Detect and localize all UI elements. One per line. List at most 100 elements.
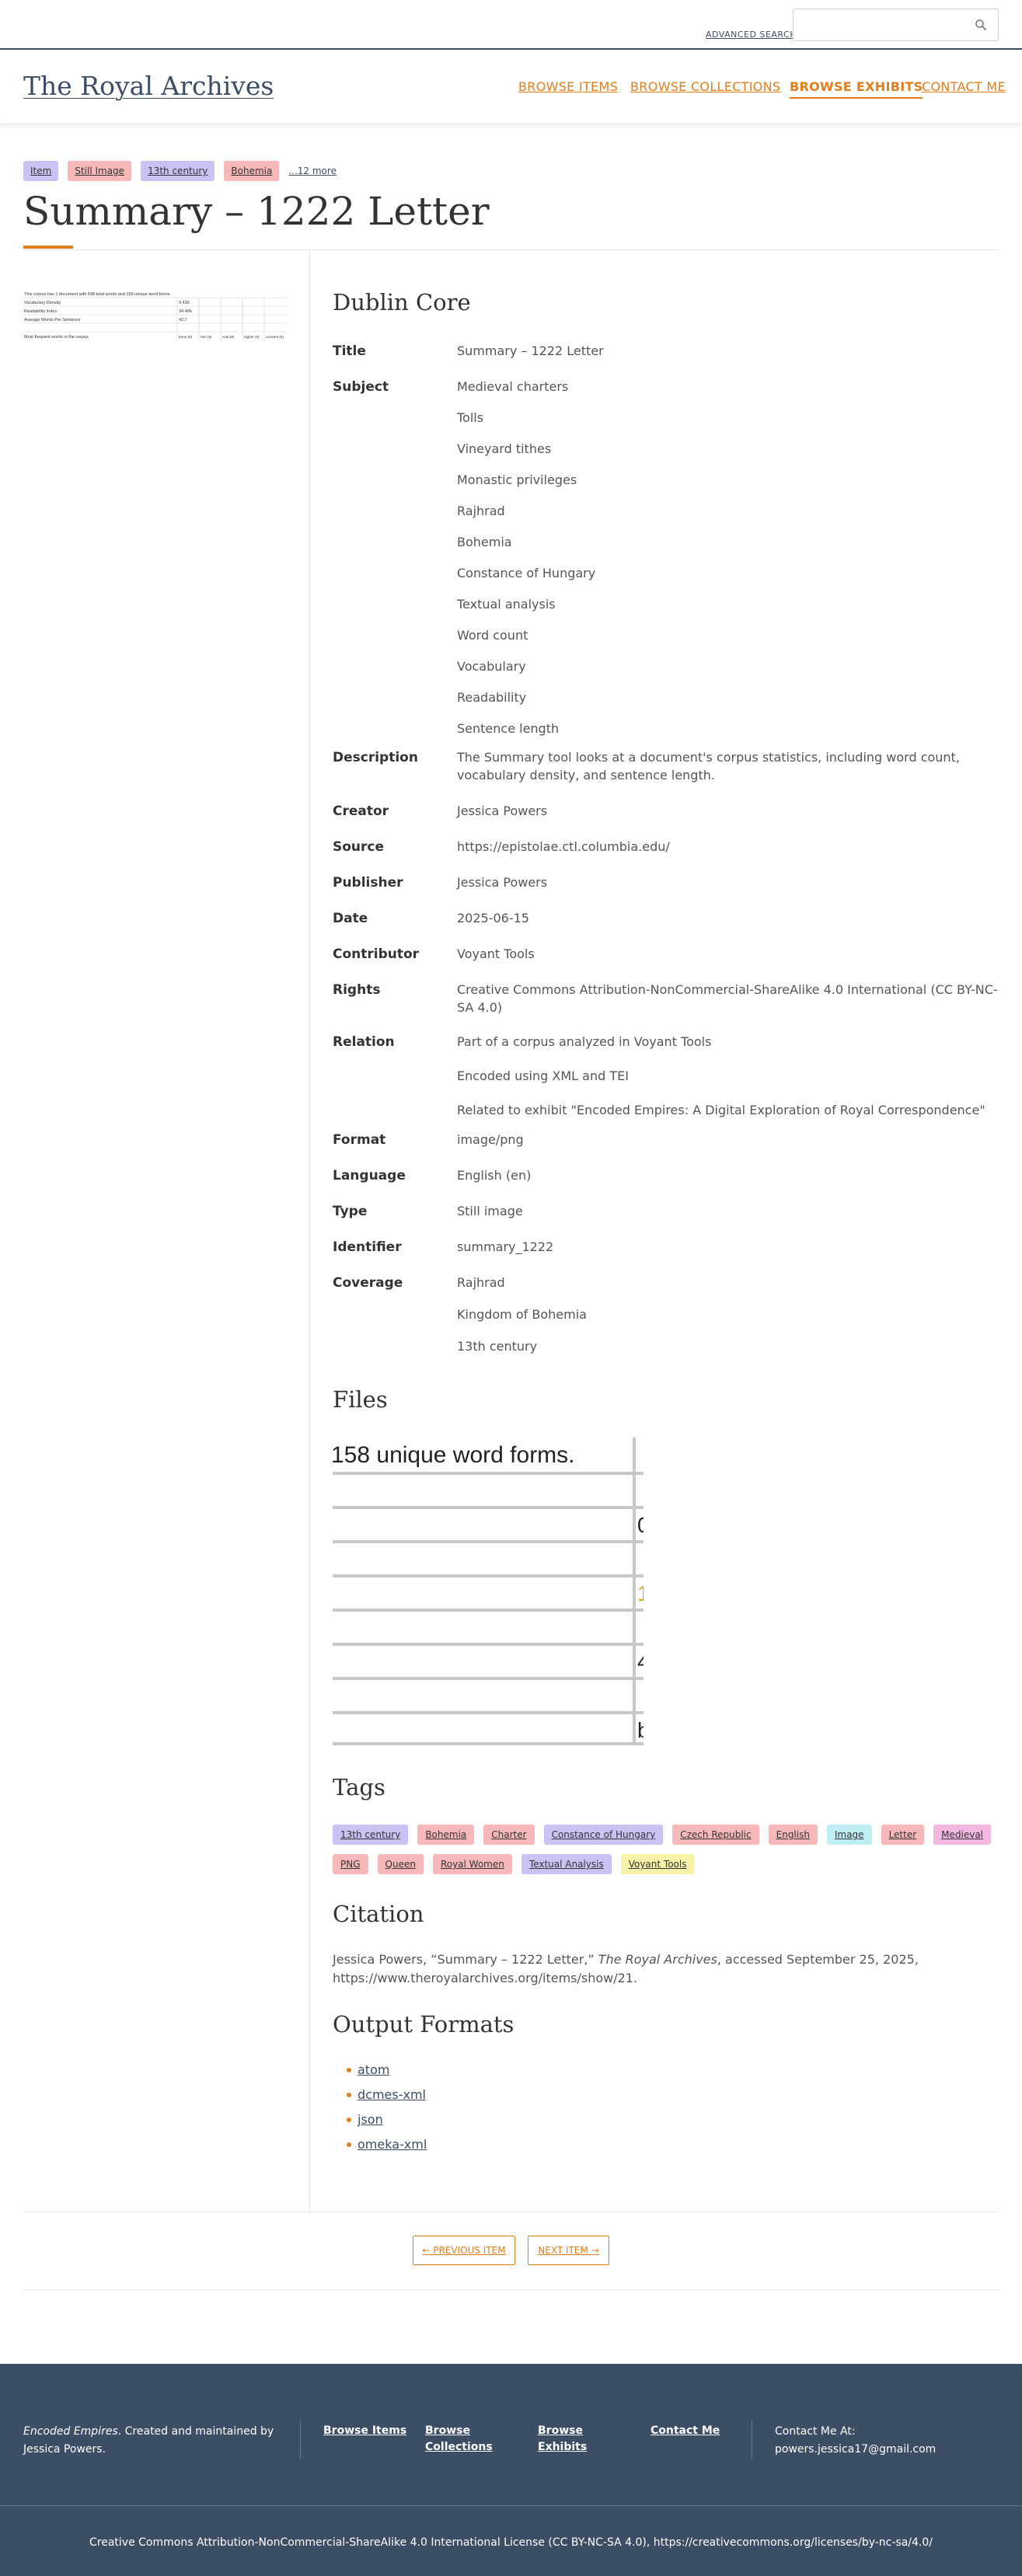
tag-chip[interactable]: Bohemia <box>417 1825 475 1845</box>
footer-contact: Contact Me At: powers.jessica17@gmail.co… <box>775 2423 936 2459</box>
footer-link-browse-exhibits[interactable]: Browse Exhibits <box>538 2423 592 2456</box>
citation-site: The Royal Archives <box>598 1952 717 1967</box>
dc-label: Type <box>333 1204 368 1219</box>
thumb-row: Most frequent words in the corpus <box>24 335 89 340</box>
nav-browse-items[interactable]: BROWSE ITEMS <box>518 79 618 94</box>
next-item-button[interactable]: NEXT ITEM → <box>528 2236 609 2265</box>
thumb-row: Readability Index <box>24 309 57 314</box>
item-tag[interactable]: Still Image <box>68 161 132 181</box>
dc-value: 2025-06-15 <box>457 911 529 925</box>
site-header: The Royal Archives BROWSE ITEMS BROWSE C… <box>0 50 1022 123</box>
thumb-freq: higher (6) <box>244 335 260 339</box>
nav-browse-exhibits[interactable]: BROWSE EXHIBITS <box>790 79 923 99</box>
tag-chip[interactable]: Textual Analysis <box>521 1854 612 1874</box>
output-formats-list: atom dcmes-xml json omeka-xml <box>347 2062 427 2162</box>
dc-label: Relation <box>333 1034 395 1050</box>
dc-value: Voyant Tools <box>457 946 535 961</box>
output-format-item: json <box>347 2112 427 2137</box>
dc-value: Medieval charters <box>457 379 569 394</box>
dc-value: Monastic privileges <box>457 472 577 487</box>
tag-chip[interactable]: Queen <box>377 1854 424 1874</box>
item-type-tag[interactable]: Item <box>23 161 59 181</box>
tag-chip[interactable]: Czech Republic <box>672 1825 759 1845</box>
tag-chip[interactable]: 13th century <box>333 1825 409 1845</box>
tag-chip[interactable]: PNG <box>333 1854 368 1874</box>
item-thumbnail[interactable]: This corpus has 1 document with 598 tota… <box>23 289 288 340</box>
dc-value: Creative Commons Attribution-NonCommerci… <box>457 982 998 1015</box>
utility-bar: ADVANCED SEARCH <box>0 0 1022 50</box>
output-format-link-dcmes-xml[interactable]: dcmes-xml <box>358 2087 426 2102</box>
dc-value: Jessica Powers <box>457 875 548 890</box>
tag-chip[interactable]: English <box>768 1825 818 1845</box>
tag-chip[interactable]: Royal Women <box>432 1854 512 1874</box>
dc-value: Rajhrad <box>457 504 505 518</box>
dc-value: https://epistolae.ctl.columbia.edu/ <box>457 839 670 854</box>
page-title: Summary – 1222 Letter <box>23 189 490 234</box>
advanced-search-link[interactable]: ADVANCED SEARCH <box>706 30 797 40</box>
dc-value: English (en) <box>457 1168 532 1183</box>
search-input[interactable] <box>793 9 999 41</box>
site-title-link[interactable]: The Royal Archives <box>23 71 274 101</box>
thumb-freq: vast (6) <box>222 335 235 339</box>
tag-chip[interactable]: Letter <box>881 1825 925 1845</box>
dc-value: Encoded using XML and TEI <box>457 1068 629 1083</box>
dc-value: Still image <box>457 1204 523 1218</box>
nav-contact-me[interactable]: CONTACT ME <box>922 79 1006 94</box>
site-footer: Encoded Empires. Created and maintained … <box>0 2364 1022 2576</box>
thumb-freq: bone (8) <box>179 335 193 339</box>
output-formats-heading: Output Formats <box>333 2011 514 2037</box>
dc-label: Subject <box>333 379 389 395</box>
footer-contact-email[interactable]: powers.jessica17@gmail.com <box>775 2441 936 2459</box>
item-tag[interactable]: 13th century <box>141 161 215 181</box>
thumb-value: 34.486 <box>179 309 192 314</box>
file-preview-glyph: b <box>637 1718 644 1742</box>
previous-item-button[interactable]: ← PREVIOUS ITEM <box>413 2236 515 2265</box>
footer-link-contact-me[interactable]: Contact Me <box>651 2423 728 2439</box>
dc-value: Word count <box>457 628 528 643</box>
output-format-link-json[interactable]: json <box>358 2112 383 2127</box>
search-icon[interactable] <box>975 19 987 31</box>
files-heading: Files <box>333 1386 388 1413</box>
more-tags-link[interactable]: ...12 more <box>288 166 337 176</box>
citation-heading: Citation <box>333 1901 424 1927</box>
dublin-core-section: Dublin Core Title Summary – 1222 Letter Su… <box>333 289 999 1354</box>
thumb-row: Vocabulary Density <box>24 301 61 305</box>
dc-value: Sentence length <box>457 721 560 736</box>
dc-value: Bohemia <box>457 535 512 549</box>
dc-value: Related to exhibit "Encoded Empires: A D… <box>457 1103 985 1117</box>
footer-link-browse-items[interactable]: Browse Items <box>323 2423 409 2439</box>
dc-value: Summary – 1222 Letter <box>457 343 604 358</box>
tag-chip[interactable]: Image <box>826 1825 872 1845</box>
footer-divider <box>300 2420 301 2459</box>
file-preview-text: 158 unique word forms. <box>333 1442 575 1468</box>
dc-value: Readability <box>457 690 527 705</box>
file-preview-glyph: 1 <box>637 1581 644 1605</box>
tag-chip[interactable]: Voyant Tools <box>620 1854 695 1874</box>
dc-label: Identifier <box>333 1239 402 1255</box>
title-accent-bar <box>23 246 73 249</box>
dc-value: Constance of Hungary <box>457 566 596 580</box>
footer-contact-label: Contact Me At: <box>775 2425 856 2438</box>
item-tag-row: Item Still Image 13th century Bohemia ..… <box>23 161 337 181</box>
dc-label: Rights <box>333 982 381 998</box>
output-format-link-omeka-xml[interactable]: omeka-xml <box>358 2137 427 2152</box>
dc-value: image/png <box>457 1132 524 1147</box>
nav-browse-collections[interactable]: BROWSE COLLECTIONS <box>630 79 780 94</box>
tag-chip[interactable]: Medieval <box>933 1825 992 1845</box>
tag-chip[interactable]: Charter <box>483 1825 535 1845</box>
footer-link-browse-collections[interactable]: Browse Collections <box>425 2423 495 2456</box>
dc-label: Publisher <box>333 875 403 891</box>
citation-text: Jessica Powers, “Summary – 1222 Letter,”… <box>333 1950 999 1988</box>
dc-value: Jessica Powers <box>457 803 548 818</box>
tag-chip[interactable]: Constance of Hungary <box>543 1825 664 1845</box>
footer-project-name: Encoded Empires <box>23 2425 118 2438</box>
output-format-link-atom[interactable]: atom <box>358 2062 389 2077</box>
file-preview-image[interactable]: 158 unique word forms. 0 1 4 b <box>333 1438 644 1745</box>
item-tag[interactable]: Bohemia <box>224 161 280 181</box>
tags-heading: Tags <box>333 1774 385 1800</box>
output-format-item: dcmes-xml <box>347 2087 427 2112</box>
output-format-item: atom <box>347 2062 427 2087</box>
tag-list: 13th century Bohemia Charter Constance of H… <box>333 1825 999 1874</box>
dc-value: Textual analysis <box>457 597 556 612</box>
dublin-core-heading: Dublin Core <box>333 289 471 315</box>
